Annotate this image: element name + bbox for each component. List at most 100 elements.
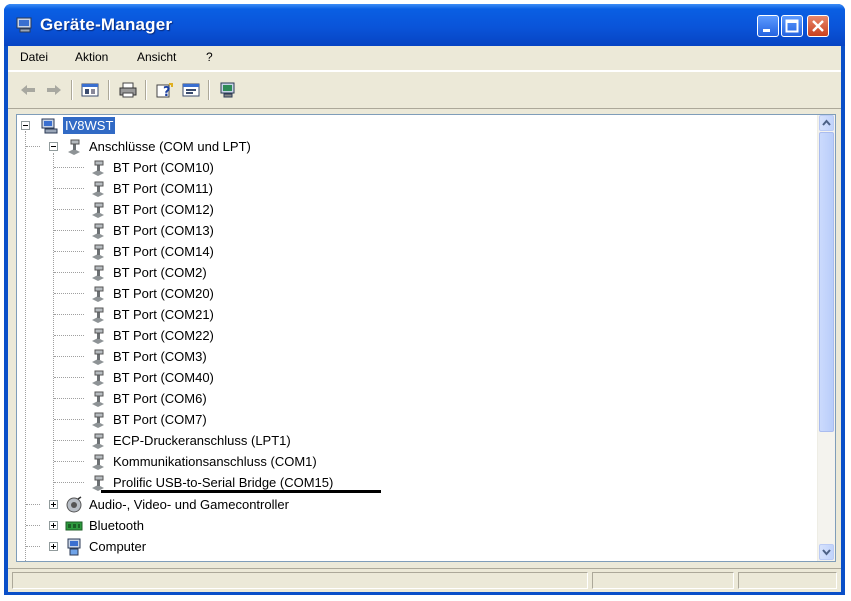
port-item[interactable]: BT Port (COM40) bbox=[54, 367, 216, 388]
maximize-button[interactable] bbox=[781, 15, 803, 37]
port-icon bbox=[92, 328, 104, 344]
port-item-label: BT Port (COM20) bbox=[113, 286, 214, 301]
properties-icon[interactable] bbox=[181, 81, 201, 99]
port-item-label: BT Port (COM10) bbox=[113, 160, 214, 175]
tree-line bbox=[54, 230, 84, 232]
minimize-icon bbox=[763, 29, 770, 32]
port-icon bbox=[92, 223, 104, 239]
port-item-label: ECP-Druckeranschluss (LPT1) bbox=[113, 433, 291, 448]
tree-line bbox=[54, 251, 84, 253]
tree-line bbox=[54, 482, 84, 484]
tree-line bbox=[26, 146, 40, 148]
print-icon[interactable] bbox=[118, 81, 138, 99]
port-icon bbox=[92, 433, 104, 449]
port-item[interactable]: BT Port (COM21) bbox=[54, 304, 216, 325]
tree-group-audio[interactable]: Audio-, Video- und Gamecontroller bbox=[65, 494, 291, 515]
port-item[interactable]: BT Port (COM10) bbox=[54, 157, 216, 178]
port-icon bbox=[68, 139, 80, 155]
port-item[interactable]: ECP-Druckeranschluss (LPT1) bbox=[54, 430, 293, 451]
scroll-down-button[interactable] bbox=[819, 544, 834, 560]
root-collapse-toggle[interactable] bbox=[21, 121, 30, 130]
scroll-thumb[interactable] bbox=[819, 132, 834, 432]
device-manager-icon bbox=[16, 17, 32, 33]
highlight-underline bbox=[101, 490, 381, 493]
port-item-label: BT Port (COM14) bbox=[113, 244, 214, 259]
device-tree[interactable]: IV8WST Anschlüsse (COM und LPT) BT Port … bbox=[16, 114, 836, 562]
tree-line bbox=[54, 272, 84, 274]
port-icon bbox=[92, 412, 104, 428]
port-icon bbox=[92, 286, 104, 302]
help-icon[interactable]: ? bbox=[155, 81, 175, 99]
menu-bar: Datei Aktion Ansicht ? bbox=[8, 46, 841, 71]
vertical-scrollbar[interactable] bbox=[817, 115, 835, 561]
forward-icon[interactable] bbox=[44, 81, 64, 99]
svg-text:?: ? bbox=[163, 85, 171, 99]
scroll-up-button[interactable] bbox=[819, 115, 834, 131]
port-item[interactable]: BT Port (COM20) bbox=[54, 283, 216, 304]
port-item[interactable]: BT Port (COM13) bbox=[54, 220, 216, 241]
port-icon bbox=[92, 202, 104, 218]
status-pane bbox=[12, 572, 588, 589]
tree-line bbox=[54, 356, 84, 358]
tree-line bbox=[26, 525, 40, 527]
close-icon bbox=[812, 20, 824, 32]
tree-group-bluetooth[interactable]: Bluetooth bbox=[65, 515, 146, 536]
port-item-label: BT Port (COM13) bbox=[113, 223, 214, 238]
port-item[interactable]: Kommunikationsanschluss (COM1) bbox=[54, 451, 319, 472]
tree-group-computer[interactable]: Computer bbox=[65, 536, 148, 557]
port-item-label: BT Port (COM7) bbox=[113, 412, 207, 427]
port-item[interactable]: BT Port (COM14) bbox=[54, 241, 216, 262]
port-icon bbox=[92, 265, 104, 281]
tree-line bbox=[54, 440, 84, 442]
ports-collapse-toggle[interactable] bbox=[49, 142, 58, 151]
port-icon bbox=[92, 349, 104, 365]
tree-line bbox=[54, 377, 84, 379]
back-icon[interactable] bbox=[18, 81, 38, 99]
scan-hardware-icon[interactable] bbox=[218, 81, 238, 99]
port-item[interactable]: BT Port (COM7) bbox=[54, 409, 209, 430]
tree-line bbox=[54, 335, 84, 337]
tree-root[interactable]: IV8WST bbox=[41, 115, 116, 136]
tree-group-label: Audio-, Video- und Gamecontroller bbox=[89, 497, 289, 512]
tree-group-ports[interactable]: Anschlüsse (COM und LPT) bbox=[65, 136, 253, 157]
menu-datei[interactable]: Datei bbox=[20, 50, 48, 64]
tree-root-label: IV8WST bbox=[63, 117, 116, 134]
menu-help[interactable]: ? bbox=[206, 50, 213, 64]
menu-ansicht[interactable]: Ansicht bbox=[137, 50, 176, 64]
computer-expand-toggle[interactable] bbox=[49, 542, 58, 551]
port-item[interactable]: BT Port (COM3) bbox=[54, 346, 209, 367]
tree-line bbox=[54, 167, 84, 169]
tree-group-label: Computer bbox=[89, 539, 147, 554]
port-item[interactable]: BT Port (COM2) bbox=[54, 262, 209, 283]
port-icon bbox=[92, 475, 104, 491]
view-tree-icon[interactable] bbox=[80, 81, 100, 99]
port-icon bbox=[92, 160, 104, 176]
toolbar: ? bbox=[8, 71, 841, 109]
audio-icon bbox=[66, 495, 82, 512]
port-item[interactable]: BT Port (COM22) bbox=[54, 325, 216, 346]
computer-icon bbox=[41, 118, 58, 133]
port-item-label: BT Port (COM2) bbox=[113, 265, 207, 280]
port-icon bbox=[92, 391, 104, 407]
port-item-label: BT Port (COM3) bbox=[113, 349, 207, 364]
status-pane bbox=[738, 572, 837, 589]
port-item-label: BT Port (COM6) bbox=[113, 391, 207, 406]
tree-line bbox=[54, 461, 84, 463]
port-item[interactable]: BT Port (COM11) bbox=[54, 178, 215, 199]
title-bar[interactable]: Geräte-Manager bbox=[4, 4, 845, 46]
bluetooth-expand-toggle[interactable] bbox=[49, 521, 58, 530]
tree-line bbox=[54, 293, 84, 295]
port-item-label: BT Port (COM11) bbox=[113, 181, 213, 196]
menu-aktion[interactable]: Aktion bbox=[75, 50, 108, 64]
port-item-label: BT Port (COM22) bbox=[113, 328, 214, 343]
audio-expand-toggle[interactable] bbox=[49, 500, 58, 509]
port-item[interactable]: BT Port (COM6) bbox=[54, 388, 209, 409]
tree-line bbox=[54, 209, 84, 211]
client-area: Datei Aktion Ansicht ? ? IV8WST Anschlüs… bbox=[8, 46, 841, 592]
port-icon bbox=[92, 181, 104, 197]
close-button[interactable] bbox=[807, 15, 829, 37]
minimize-button[interactable] bbox=[757, 15, 779, 37]
port-item[interactable]: BT Port (COM12) bbox=[54, 199, 216, 220]
port-icon bbox=[92, 454, 104, 470]
tree-group-label: Anschlüsse (COM und LPT) bbox=[89, 139, 251, 154]
